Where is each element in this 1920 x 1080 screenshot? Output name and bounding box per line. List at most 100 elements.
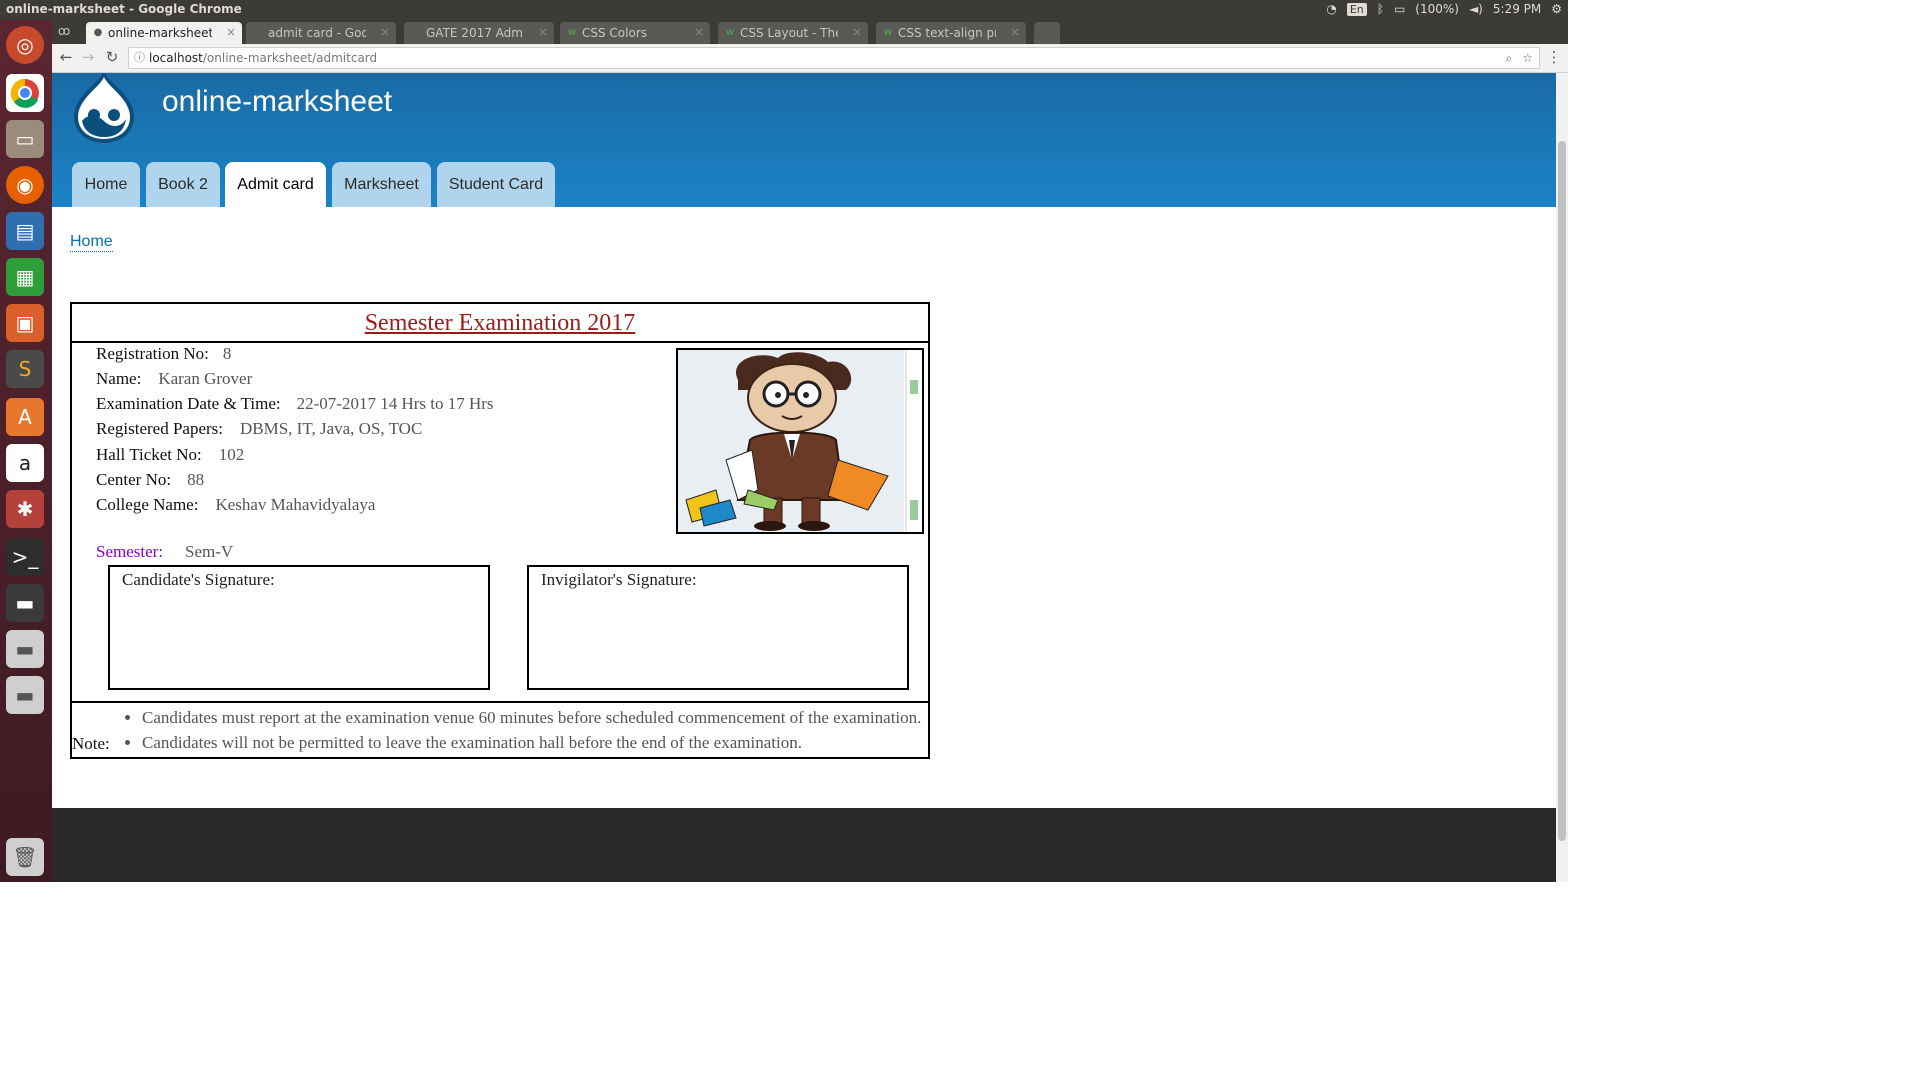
field-value: Keshav Mahavidyalaya [215, 495, 376, 514]
candidate-signature-label: Candidate's Signature: [122, 570, 275, 589]
page-content: online-marksheet Home Book 2 Admit card … [52, 73, 1556, 882]
w3schools-favicon-icon: w [725, 27, 735, 38]
close-icon[interactable]: × [1010, 25, 1020, 39]
impress-icon[interactable]: ▣ [6, 304, 44, 342]
w3schools-favicon-icon: w [567, 27, 577, 38]
bluetooth-icon[interactable]: ᛒ [1377, 2, 1384, 16]
site-header: online-marksheet Home Book 2 Admit card … [52, 73, 1556, 207]
menu-icon[interactable]: ⋮ [1544, 48, 1564, 66]
close-icon[interactable]: × [852, 25, 862, 39]
field-label: College Name: [96, 495, 199, 514]
field-value: 102 [218, 445, 245, 464]
list-item: Candidates must report at the examinatio… [142, 705, 921, 730]
semester-row: Semester: Sem-V [96, 542, 233, 562]
sublime-icon[interactable]: S [6, 350, 44, 388]
wifi-icon[interactable]: ◔ [1326, 2, 1336, 16]
browser-tab[interactable]: w CSS Colors × [560, 22, 710, 44]
new-tab-button[interactable] [1034, 22, 1060, 44]
w3schools-favicon-icon: w [883, 27, 893, 38]
browser-tab[interactable]: ● online-marksheet × [86, 22, 242, 44]
note-label: Note: [72, 734, 110, 753]
card-title: Semester Examination 2017 [72, 304, 928, 343]
field-value: Karan Grover [158, 369, 253, 388]
drive-icon[interactable]: ▬ [6, 584, 44, 622]
google-favicon-icon: G [254, 27, 262, 38]
candidate-signature-box: Candidate's Signature: [108, 565, 490, 690]
browser-tab[interactable]: G admit card - Google × [246, 22, 396, 44]
drupal-favicon-icon: ● [93, 27, 103, 38]
battery-level[interactable]: (100%) [1415, 2, 1459, 16]
drupal-logo[interactable] [68, 73, 140, 145]
terminal-icon[interactable]: >_ [6, 538, 44, 576]
info-icon[interactable]: ⓘ [134, 48, 145, 68]
close-icon[interactable]: × [380, 25, 390, 39]
address-bar[interactable]: ⓘ localhost/online-marksheet/admitcard ⌕… [128, 47, 1540, 69]
field-label: Registration No: [96, 344, 209, 363]
system-tray: ◔ En ᛒ ▭ (100%) ◄) 5:29 PM ⚙ [1326, 2, 1562, 16]
field-label: Registered Papers: [96, 419, 223, 438]
disk-icon[interactable]: ▬ [6, 630, 44, 668]
back-icon[interactable]: ← [56, 48, 76, 66]
battery-icon[interactable]: ▭ [1394, 2, 1405, 16]
field-value: DBMS, IT, Java, OS, TOC [240, 419, 423, 438]
gear-icon[interactable]: ⚙ [1551, 2, 1562, 16]
nav-tab-book-2[interactable]: Book 2 [146, 162, 220, 207]
admit-card: Semester Examination 2017 Registration N… [70, 302, 930, 759]
calc-icon[interactable]: ▦ [6, 258, 44, 296]
close-icon[interactable]: × [538, 25, 548, 39]
software-center-icon[interactable]: A [6, 398, 44, 436]
tab-label: admit card - Google [268, 26, 366, 40]
browser-tab[interactable]: ▯ GATE 2017 Admit C × [404, 22, 554, 44]
zoom-icon[interactable]: ⌕ [1506, 48, 1513, 68]
firefox-icon[interactable]: ◉ [6, 166, 44, 204]
url-path: /online-marksheet/admitcard [202, 51, 378, 65]
nav-tab-home[interactable]: Home [72, 162, 140, 207]
list-item: Candidates will not be permitted to leav… [142, 730, 921, 755]
files-icon[interactable]: ▭ [6, 120, 44, 158]
field-hall-ticket-no: Hall Ticket No: 102 [96, 445, 244, 465]
nav-tab-student-card[interactable]: Student Card [437, 162, 555, 207]
browser-tab[interactable]: w CSS Layout - The di × [718, 22, 868, 44]
field-value: 88 [187, 470, 205, 489]
close-icon[interactable]: × [694, 25, 704, 39]
chrome-icon[interactable] [6, 74, 44, 112]
field-value: 22-07-2017 14 Hrs to 17 Hrs [296, 394, 494, 413]
tab-label: CSS Layout - The di [740, 26, 838, 40]
nav-tab-marksheet[interactable]: Marksheet [332, 162, 431, 207]
tab-label: CSS text-align prop [898, 26, 996, 40]
scrollbar-thumb[interactable] [1558, 141, 1566, 841]
writer-icon[interactable]: ▤ [6, 212, 44, 250]
notes-list: Candidates must report at the examinatio… [122, 705, 921, 755]
volume-icon[interactable]: ◄) [1469, 2, 1483, 16]
keyboard-indicator[interactable]: En [1346, 2, 1367, 16]
close-icon[interactable]: × [226, 25, 236, 39]
browser-tab-bar: ꝏ ● online-marksheet × G admit card - Go… [52, 20, 1568, 44]
site-footer [52, 808, 1556, 882]
ubuntu-dash-icon[interactable]: ◎ [6, 26, 44, 64]
field-name: Name: Karan Grover [96, 369, 252, 389]
settings-icon[interactable]: ✱ [6, 490, 44, 528]
amazon-icon[interactable]: a [6, 444, 44, 482]
window-title: online-marksheet - Google Chrome [6, 2, 242, 16]
breadcrumb-home-link[interactable]: Home [70, 233, 113, 252]
system-top-bar: online-marksheet - Google Chrome ◔ En ᛒ … [0, 0, 1568, 20]
bookmark-star-icon[interactable]: ☆ [1522, 48, 1533, 68]
trash-icon[interactable]: 🗑 [6, 838, 44, 876]
field-label: Examination Date & Time: [96, 394, 281, 413]
browser-tab[interactable]: w CSS text-align prop × [876, 22, 1026, 44]
field-registered-papers: Registered Papers: DBMS, IT, Java, OS, TO… [96, 419, 422, 439]
tab-label: CSS Colors [582, 26, 648, 40]
site-name[interactable]: online-marksheet [162, 85, 392, 119]
nav-tab-admit-card[interactable]: Admit card [225, 162, 326, 207]
launcher: ◎ ▭ ◉ ▤ ▦ ▣ S A a ✱ >_ ▬ ▬ ▬ 🗑 [0, 20, 52, 882]
tab-label: online-marksheet [108, 26, 212, 40]
forward-icon[interactable]: → [78, 48, 98, 66]
semester-label: Semester: [96, 542, 164, 561]
incognito-icon: ꝏ [58, 24, 71, 38]
notes-section: Note: Candidates must report at the exam… [72, 701, 928, 759]
scrollbar[interactable] [1556, 73, 1568, 882]
reload-icon[interactable]: ↻ [102, 48, 122, 66]
field-label: Center No: [96, 470, 172, 489]
clock[interactable]: 5:29 PM [1493, 2, 1541, 16]
disk-icon[interactable]: ▬ [6, 676, 44, 714]
